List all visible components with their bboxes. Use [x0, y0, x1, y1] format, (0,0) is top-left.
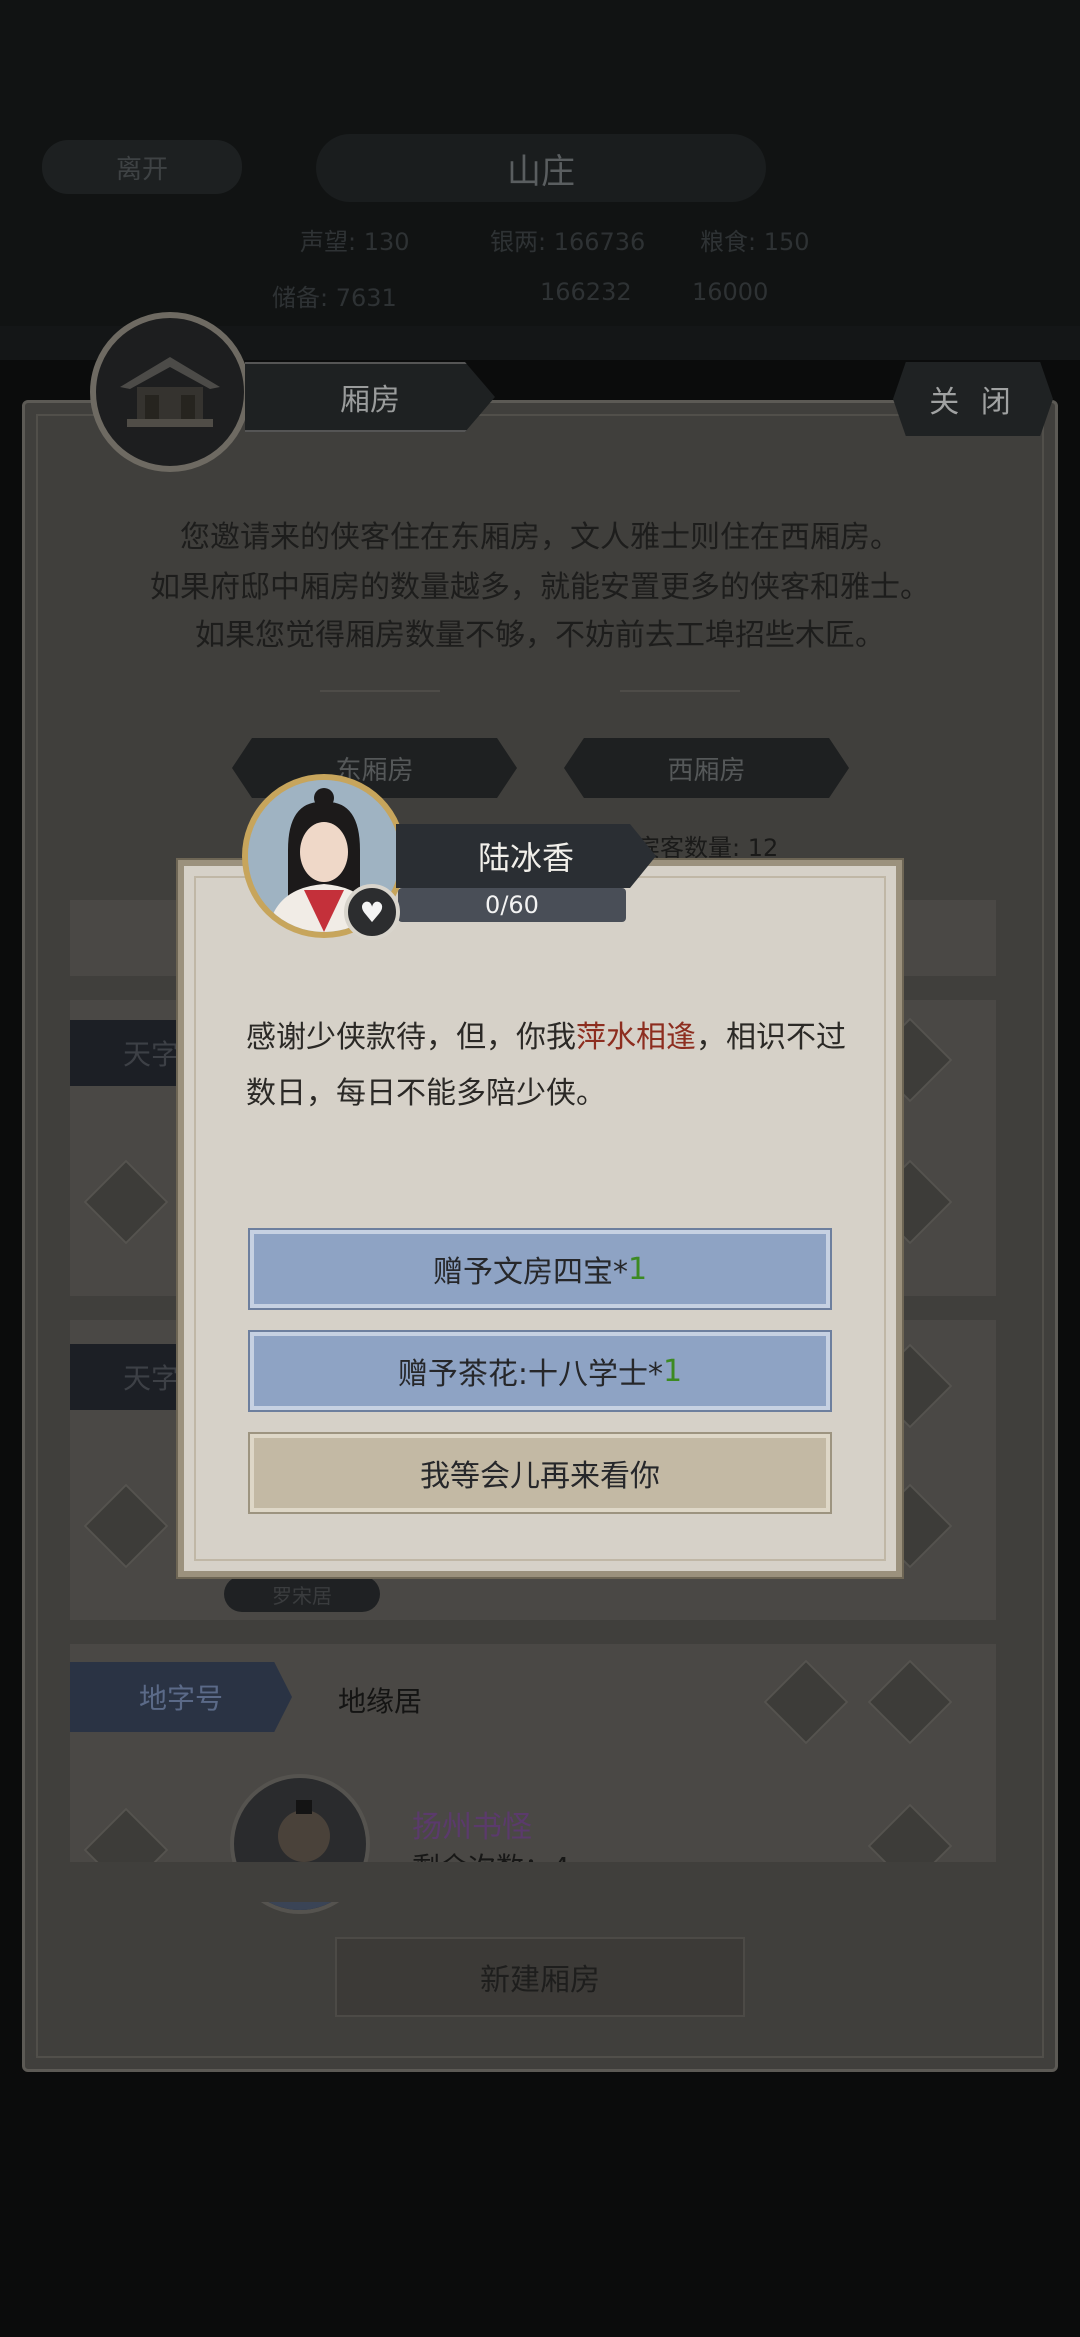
favor-progress: 0/60 [398, 888, 626, 922]
stat-value-3: 16000 [692, 278, 769, 306]
npc-name: 陆冰香 [396, 824, 656, 888]
stat-food: 粮食: 150 [700, 228, 810, 256]
divider-right [620, 690, 740, 692]
description-line-3: 如果您觉得厢房数量不够，不妨前去工埠招些木匠。 [195, 618, 885, 653]
stat-reserve: 储备: 7631 [272, 284, 397, 312]
stat-silver: 银两: 166736 [490, 228, 646, 256]
dialog-message: 感谢少侠款待，但，你我萍水相逢，相识不过数日，每日不能多陪少侠。 [246, 1020, 846, 1111]
gift-option-2[interactable]: 赠予茶花:十八学士* 1 [248, 1330, 832, 1412]
new-room-button[interactable]: 新建厢房 [335, 1937, 745, 2017]
room-tag: 地字号 [70, 1662, 292, 1732]
leave-button[interactable]: 离开 [42, 140, 242, 194]
divider-left [320, 690, 440, 692]
highlight-text: 萍水相逢 [576, 1020, 696, 1055]
room-name-label: 罗宋居 [224, 1576, 380, 1612]
come-back-later-button[interactable]: 我等会儿再来看你 [248, 1432, 832, 1514]
estate-title: 山庄 [316, 134, 766, 202]
stat-value-2: 166232 [540, 278, 632, 306]
guest-count: 宾客数量: 12 [636, 834, 779, 862]
gift-option-1[interactable]: 赠予文房四宝* 1 [248, 1228, 832, 1310]
panel-title: 厢房 [245, 362, 495, 432]
guest-name: 扬州书怪 [412, 1810, 532, 1845]
building-icon [90, 312, 250, 472]
heart-icon: ♥ [344, 884, 400, 940]
list-fade [70, 1862, 996, 1902]
description-line-2: 如果府邸中厢房的数量越多，就能安置更多的侠客和雅士。 [150, 570, 930, 605]
stat-prestige: 声望: 130 [300, 228, 410, 256]
tab-west-wing[interactable]: 西厢房 [564, 738, 849, 798]
description-line-1: 您邀请来的侠客住在东厢房，文人雅士则住在西厢房。 [180, 520, 900, 555]
room-name: 地缘居 [338, 1685, 423, 1718]
close-button[interactable]: 关 闭 [893, 362, 1053, 436]
remaining-count: 剩余次数：4 [412, 1846, 570, 1862]
